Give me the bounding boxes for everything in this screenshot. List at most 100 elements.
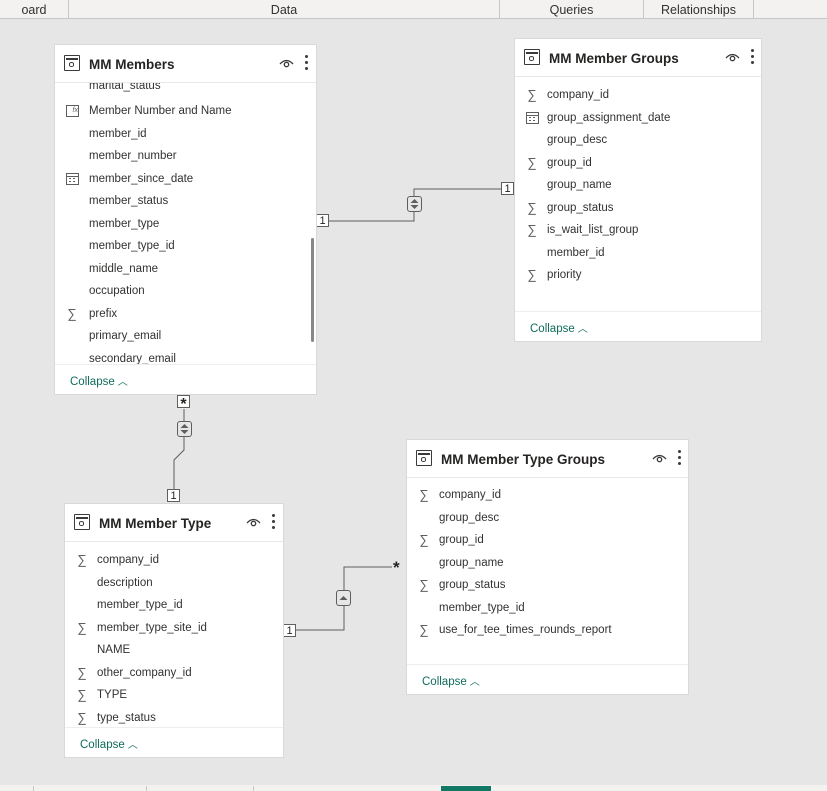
- table-card-mm-member-groups[interactable]: MM Member Groups ∑ company_id group_assig…: [514, 38, 762, 342]
- table-card-header: MM Member Type: [65, 504, 283, 542]
- field-row[interactable]: description: [65, 573, 283, 595]
- field-row[interactable]: member_id: [515, 243, 761, 265]
- field-row[interactable]: ∑ priority: [515, 265, 761, 287]
- table-title: MM Member Type Groups: [441, 452, 606, 467]
- collapse-button[interactable]: Collapse ︿: [422, 673, 480, 688]
- field-list: ∑ company_id description member_type_id ∑…: [65, 550, 283, 730]
- sigma-icon: ∑: [527, 267, 537, 282]
- calendar-icon: [526, 112, 539, 124]
- calculated-column-icon: fx: [66, 105, 79, 117]
- field-row[interactable]: ∑ member_type_site_id: [65, 618, 283, 640]
- field-row[interactable]: ∑ TYPE: [65, 685, 283, 707]
- bidirectional-filter-icon[interactable]: [177, 421, 192, 437]
- page-tab[interactable]: [33, 786, 146, 791]
- field-row[interactable]: NAME: [65, 640, 283, 662]
- page-tab[interactable]: [146, 786, 253, 791]
- sigma-icon: ∑: [77, 552, 87, 567]
- sigma-icon: ∑: [77, 665, 87, 680]
- table-card-footer: Collapse ︿: [407, 664, 688, 694]
- sigma-icon: ∑: [77, 620, 87, 635]
- cardinality-many-label: *: [392, 558, 401, 577]
- field-row[interactable]: member_status: [55, 191, 316, 213]
- field-row[interactable]: member_type: [55, 214, 316, 236]
- field-row[interactable]: member_type_id: [65, 595, 283, 617]
- field-row[interactable]: ∑ use_for_tee_times_rounds_report: [407, 620, 688, 642]
- cardinality-one-badge: 1: [316, 214, 329, 227]
- cardinality-one-badge: 1: [501, 182, 514, 195]
- sigma-icon: ∑: [67, 306, 77, 321]
- table-card-mm-members[interactable]: MM Members marital_status fx Member Numbe…: [54, 44, 317, 395]
- field-row[interactable]: fx Member Number and Name: [55, 101, 316, 123]
- field-row[interactable]: ∑ prefix: [55, 304, 316, 326]
- field-list: ∑ company_id group_desc ∑ group_id group_n…: [407, 485, 688, 655]
- cardinality-one-badge: 1: [283, 624, 296, 637]
- more-options-icon[interactable]: [677, 450, 681, 467]
- sigma-icon: ∑: [77, 687, 87, 702]
- table-card-mm-member-type-groups[interactable]: MM Member Type Groups ∑ company_id group_…: [406, 439, 689, 695]
- sigma-icon: ∑: [77, 710, 87, 725]
- field-list: marital_status fx Member Number and Name …: [55, 83, 316, 366]
- sigma-icon: ∑: [419, 622, 429, 637]
- field-list-scrollbar[interactable]: [311, 238, 314, 342]
- field-row[interactable]: ∑ is_wait_list_group: [515, 220, 761, 242]
- table-title: MM Member Groups: [549, 51, 679, 66]
- chevron-up-icon: ︿: [127, 740, 138, 751]
- field-row[interactable]: ∑ other_company_id: [65, 663, 283, 685]
- field-row[interactable]: ∑ company_id: [407, 485, 688, 507]
- collapse-button[interactable]: Collapse ︿: [80, 736, 138, 751]
- field-row[interactable]: member_number: [55, 146, 316, 168]
- field-row[interactable]: ∑ group_status: [515, 198, 761, 220]
- field-row[interactable]: member_id: [55, 124, 316, 146]
- table-icon: [74, 514, 90, 530]
- field-list: ∑ company_id group_assignment_date group_…: [515, 85, 761, 305]
- chevron-up-icon: ︿: [469, 677, 480, 688]
- field-row[interactable]: group_name: [407, 553, 688, 575]
- more-options-icon[interactable]: [750, 49, 754, 66]
- table-card-header: MM Members: [55, 45, 316, 83]
- field-row[interactable]: member_since_date: [55, 169, 316, 191]
- field-row[interactable]: ∑ group_status: [407, 575, 688, 597]
- table-card-footer: Collapse ︿: [515, 311, 761, 341]
- chevron-up-icon: ︿: [117, 377, 128, 388]
- sigma-icon: ∑: [419, 487, 429, 502]
- page-tab[interactable]: [253, 786, 332, 791]
- field-row[interactable]: primary_email: [55, 326, 316, 348]
- field-row[interactable]: ∑ company_id: [65, 550, 283, 572]
- table-card-header: MM Member Type Groups: [407, 440, 688, 478]
- field-row[interactable]: group_assignment_date: [515, 108, 761, 130]
- field-row[interactable]: member_type_id: [407, 598, 688, 620]
- field-row[interactable]: ∑ group_id: [407, 530, 688, 552]
- table-card-header: MM Member Groups: [515, 39, 761, 77]
- calendar-icon: [66, 173, 79, 185]
- sigma-icon: ∑: [527, 87, 537, 102]
- field-row[interactable]: group_name: [515, 175, 761, 197]
- eye-icon[interactable]: [725, 52, 740, 63]
- collapse-button[interactable]: Collapse ︿: [70, 373, 128, 388]
- field-row[interactable]: ∑ company_id: [515, 85, 761, 107]
- eye-icon[interactable]: [246, 517, 261, 528]
- table-icon: [524, 49, 540, 65]
- table-card-footer: Collapse ︿: [65, 727, 283, 757]
- single-filter-icon[interactable]: [336, 590, 351, 606]
- sigma-icon: ∑: [527, 222, 537, 237]
- field-row[interactable]: occupation: [55, 281, 316, 303]
- field-row[interactable]: ∑ group_id: [515, 153, 761, 175]
- field-row[interactable]: group_desc: [407, 508, 688, 530]
- field-row[interactable]: member_type_id: [55, 236, 316, 258]
- field-row[interactable]: middle_name: [55, 259, 316, 281]
- bidirectional-filter-icon[interactable]: [407, 196, 422, 212]
- more-options-icon[interactable]: [271, 514, 275, 531]
- table-card-mm-member-type[interactable]: MM Member Type ∑ company_id description m…: [64, 503, 284, 758]
- collapse-button[interactable]: Collapse ︿: [530, 320, 588, 335]
- eye-icon[interactable]: [652, 453, 667, 464]
- table-card-footer: Collapse ︿: [55, 364, 316, 394]
- page-tab-active[interactable]: [441, 786, 491, 791]
- field-row[interactable]: marital_status: [55, 83, 316, 98]
- sigma-icon: ∑: [419, 577, 429, 592]
- eye-icon[interactable]: [279, 58, 294, 69]
- more-options-icon[interactable]: [304, 55, 308, 72]
- cardinality-one-badge: 1: [167, 489, 180, 502]
- field-row[interactable]: group_desc: [515, 130, 761, 152]
- sigma-icon: ∑: [527, 200, 537, 215]
- cardinality-many-badge: *: [177, 395, 190, 413]
